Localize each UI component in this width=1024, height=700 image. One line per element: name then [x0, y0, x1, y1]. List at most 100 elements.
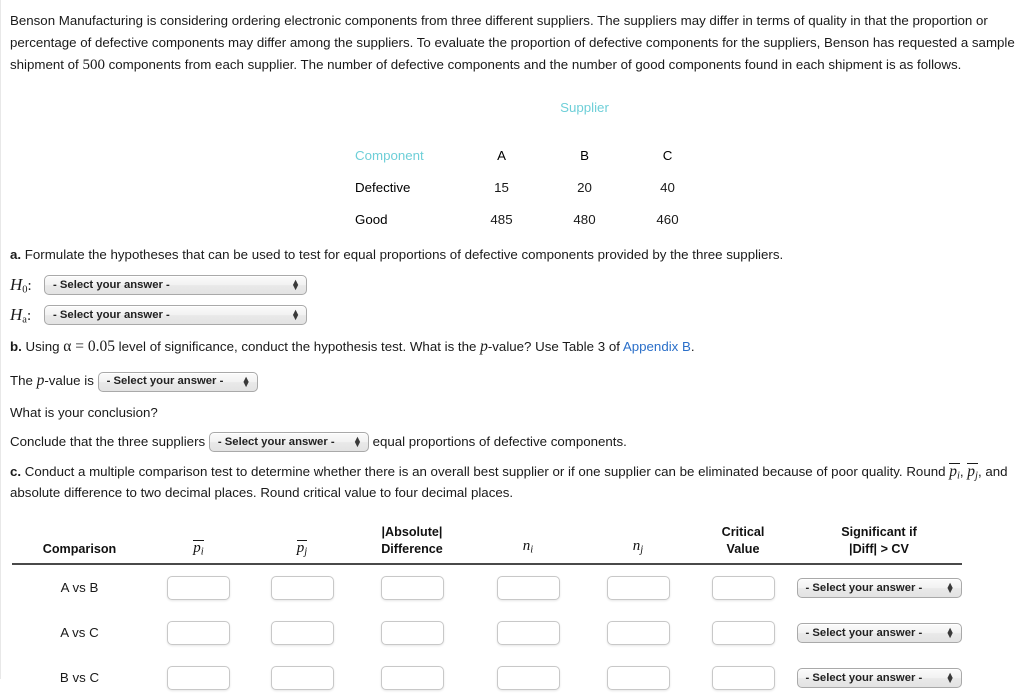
header-abs-line2: Difference [381, 541, 443, 556]
input-abs-diff-a-vs-c[interactable] [380, 620, 444, 645]
conclusion-select-value: - Select your answer - [217, 435, 335, 448]
n-i-head-sub: i [530, 544, 534, 556]
cell-significant-b-vs-c: - Select your answer - ▲ ▼ [796, 655, 962, 700]
input-critical-value-b-vs-c[interactable] [711, 665, 775, 690]
cell-n-i-a-vs-c [470, 610, 586, 655]
significant-select-b-vs-c[interactable]: - Select your answer - ▲ ▼ [796, 667, 962, 688]
cell-abs-diff-b-vs-c [354, 655, 470, 700]
chevron-updown-icon: ▲ ▼ [241, 373, 251, 389]
comparison-table-wrap: Comparison pi pj |Absolute| Difference ni… [10, 523, 1016, 700]
ha-select[interactable]: - Select your answer - ▲ ▼ [44, 304, 307, 325]
good-c-value: 460 [656, 211, 679, 227]
cell-cv-a-vs-b [690, 564, 796, 610]
significant-select-a-vs-b[interactable]: - Select your answer - ▲ ▼ [796, 577, 962, 598]
conclusion-row: Conclude that the three suppliers - Sele… [10, 432, 1016, 453]
conclusion-question: What is your conclusion? [10, 405, 158, 421]
header-abs-line1: |Absolute| [381, 524, 443, 539]
input-abs-diff-a-vs-b[interactable] [380, 575, 444, 600]
p-bar-j-head-sub: j [304, 546, 308, 558]
input-p-j-a-vs-c[interactable] [270, 620, 334, 645]
part-a-prompt: a. Formulate the hypotheses that can be … [10, 245, 1016, 266]
table-row: A vs B - Select your answer - ▲ ▼ [12, 564, 962, 610]
header-cv-line1: Critical [721, 524, 765, 539]
header-comparison: Comparison [12, 523, 147, 565]
chevron-updown-icon: ▲ ▼ [945, 669, 955, 685]
part-a-text: Formulate the hypotheses that can be use… [21, 247, 784, 263]
input-n-j-a-vs-b[interactable] [606, 575, 670, 600]
pvalue-row: The p-value is - Select your answer - ▲ ▼ [10, 369, 1016, 393]
table-row: B vs C - Select your answer - ▲ ▼ [12, 655, 962, 700]
ha-row: Ha: - Select your answer - ▲ ▼ [10, 304, 1016, 326]
part-b-marker: b. [10, 339, 22, 355]
input-n-j-a-vs-c[interactable] [606, 620, 670, 645]
input-n-i-a-vs-b[interactable] [496, 575, 560, 600]
comparison-table: Comparison pi pj |Absolute| Difference ni… [12, 523, 962, 700]
p-bar-j-symbol: p [967, 463, 976, 481]
component-header: Component [355, 147, 424, 163]
chevron-updown-icon: ▲ ▼ [945, 579, 955, 595]
cell-n-i-b-vs-c [470, 655, 586, 700]
significant-select-value-b-vs-c: - Select your answer - [805, 671, 923, 684]
defective-b-value: 20 [577, 179, 592, 195]
input-n-i-b-vs-c[interactable] [496, 665, 560, 690]
worksheet-page: Benson Manufacturing is considering orde… [0, 0, 1024, 690]
input-critical-value-a-vs-b[interactable] [711, 575, 775, 600]
p-bar-j-head: pj [296, 540, 308, 558]
input-p-i-b-vs-c[interactable] [167, 665, 230, 690]
input-n-i-a-vs-c[interactable] [496, 620, 560, 645]
row-label-a-vs-c: A vs C [60, 625, 99, 641]
cell-p-j-a-vs-b [250, 564, 354, 610]
h0-select-value: - Select your answer - [53, 279, 170, 292]
part-a-marker: a. [10, 247, 22, 263]
n-i-head: ni [523, 538, 534, 556]
input-p-i-a-vs-b[interactable] [167, 575, 230, 600]
input-n-j-b-vs-c[interactable] [606, 665, 670, 690]
sample-size-value: 500 [82, 57, 105, 74]
header-p-bar-j: pj [250, 523, 354, 565]
pvalue-select[interactable]: - Select your answer - ▲ ▼ [97, 371, 258, 392]
chevron-updown-icon: ▲ ▼ [291, 306, 300, 322]
input-p-j-a-vs-b[interactable] [270, 575, 334, 600]
appendix-b-link[interactable]: Appendix B [623, 339, 691, 354]
alpha-value: = 0.05 [71, 338, 115, 356]
input-p-i-a-vs-c[interactable] [167, 620, 230, 645]
ha-colon: : [26, 307, 32, 324]
input-abs-diff-b-vs-c[interactable] [380, 665, 444, 690]
part-b-prompt: b. Using α = 0.05 level of significance,… [10, 335, 1016, 359]
row-label-b-vs-c: B vs C [59, 670, 100, 686]
n-j-head-sub: j [640, 544, 644, 556]
cell-cv-b-vs-c [690, 655, 796, 700]
h0-select[interactable]: - Select your answer - ▲ ▼ [44, 275, 307, 296]
cell-n-j-a-vs-b [586, 564, 690, 610]
significant-select-a-vs-c[interactable]: - Select your answer - ▲ ▼ [796, 622, 962, 643]
good-a-value: 485 [490, 211, 513, 227]
left-edge-rule [0, 0, 1, 679]
ha-label: Ha: [10, 305, 44, 326]
cell-significant-a-vs-c: - Select your answer - ▲ ▼ [796, 610, 962, 655]
input-p-j-b-vs-c[interactable] [270, 665, 334, 690]
header-critical-value: Critical Value [690, 523, 796, 565]
ha-letter: H [10, 304, 23, 324]
p-bar-i-head: pi [193, 540, 204, 558]
significant-select-value-a-vs-b: - Select your answer - [805, 581, 923, 594]
header-significant: Significant if |Diff| > CV [796, 523, 962, 565]
table-row: A vs C - Select your answer - ▲ ▼ [12, 610, 962, 655]
cell-abs-diff-a-vs-b [354, 564, 470, 610]
conclusion-select[interactable]: - Select your answer - ▲ ▼ [208, 432, 369, 453]
input-critical-value-a-vs-c[interactable] [711, 620, 775, 645]
cell-n-i-a-vs-b [470, 564, 586, 610]
cell-significant-a-vs-b: - Select your answer - ▲ ▼ [796, 564, 962, 610]
h0-colon: : [27, 277, 32, 294]
cell-abs-diff-a-vs-c [354, 610, 470, 655]
supplier-title: Supplier [560, 99, 609, 115]
row-label-a-vs-b: A vs B [60, 580, 99, 596]
p-bar-i-inline: pi [949, 463, 960, 482]
header-sig-line1: Significant if [841, 524, 917, 539]
p-bar-i-head-symbol: p [193, 540, 201, 557]
cell-p-j-a-vs-c [250, 610, 354, 655]
conclude-suffix: equal proportions of defective component… [372, 433, 627, 449]
supplier-title-spacer [355, 91, 460, 139]
p-bar-i-symbol: p [949, 463, 957, 481]
chevron-updown-icon: ▲ ▼ [291, 277, 300, 293]
p-italic-1: p [480, 338, 488, 356]
